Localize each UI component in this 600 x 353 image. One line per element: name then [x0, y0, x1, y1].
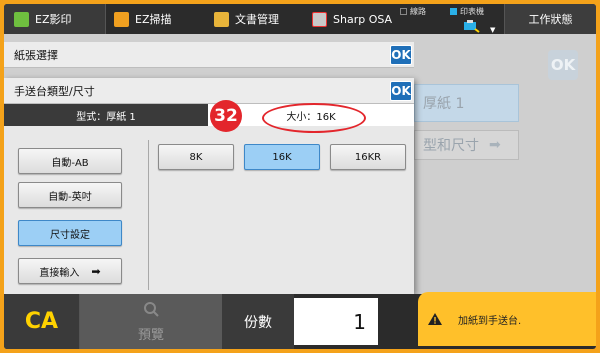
bypass-ok-button[interactable]: OK: [390, 81, 412, 101]
printer-status: 印表機: [450, 6, 484, 17]
step-number-badge: 32: [210, 100, 242, 132]
tab-ez-scan[interactable]: EZ掃描: [106, 4, 206, 34]
copies-label: 份數: [222, 294, 294, 349]
dialog-title: 紙張選擇: [14, 48, 58, 62]
auto-inch-button[interactable]: 自動-英吋: [18, 182, 122, 208]
size-16kr-button[interactable]: 16KR: [330, 144, 406, 170]
tab-label: EZ影印: [35, 13, 72, 26]
copy-icon: [14, 11, 29, 27]
size-16k-button[interactable]: 16K: [244, 144, 320, 170]
printer-status-icon[interactable]: [462, 18, 480, 33]
preview-button[interactable]: 預覽: [80, 294, 222, 349]
arrow-right-icon: ➡: [91, 264, 101, 278]
tab-type[interactable]: 型式：厚紙 1: [4, 104, 208, 126]
size-8k-button[interactable]: 8K: [158, 144, 234, 170]
tab-label: 文書管理: [235, 13, 279, 26]
tab-ez-copy[interactable]: EZ影印: [4, 4, 106, 34]
arrow-right-icon: ➡: [489, 137, 501, 153]
bypass-dialog-header: 手送台類型/尺寸 OK: [4, 78, 414, 104]
folder-icon: [214, 11, 229, 27]
clear-all-button[interactable]: CA: [4, 294, 80, 349]
tab-sharp-osa[interactable]: Sharp OSA: [304, 4, 404, 34]
osa-icon: [312, 11, 327, 27]
line-status: 線路: [400, 6, 426, 17]
copies-value[interactable]: 1: [294, 298, 378, 345]
warning-icon: [428, 313, 442, 325]
top-bar: EZ影印 EZ掃描 文書管理 Sharp OSA 線路 印表機 ▼ 工作狀態: [4, 4, 596, 34]
tab-label: EZ掃描: [135, 13, 172, 26]
scan-icon: [114, 11, 129, 27]
status-message: 加紙到手送台.: [418, 292, 596, 346]
background-type-size-item: 型和尺寸 ➡: [414, 130, 519, 160]
divider: [148, 140, 149, 290]
paper-select-header: 紙張選擇 OK: [4, 42, 414, 68]
highlight-oval: [262, 103, 366, 133]
preview-icon: [144, 302, 159, 317]
tab-label: Sharp OSA: [333, 12, 393, 26]
job-status-button[interactable]: 工作狀態: [504, 4, 596, 34]
line-indicator-icon: [400, 8, 407, 15]
copier-screen: EZ影印 EZ掃描 文書管理 Sharp OSA 線路 印表機 ▼ 工作狀態 O…: [4, 4, 596, 349]
paper-select-ok-button[interactable]: OK: [390, 45, 412, 65]
dialog-title: 手送台類型/尺寸: [14, 84, 95, 98]
dropdown-arrow-icon[interactable]: ▼: [490, 26, 495, 34]
printer-indicator-icon: [450, 8, 457, 15]
auto-ab-button[interactable]: 自動-AB: [18, 148, 122, 174]
background-ok-button: OK: [548, 50, 578, 80]
direct-input-button[interactable]: 直接輸入 ➡: [18, 258, 122, 284]
tab-document-filing[interactable]: 文書管理: [206, 4, 304, 34]
background-type-item: 厚紙 1: [414, 84, 519, 122]
size-setting-button[interactable]: 尺寸設定: [18, 220, 122, 246]
